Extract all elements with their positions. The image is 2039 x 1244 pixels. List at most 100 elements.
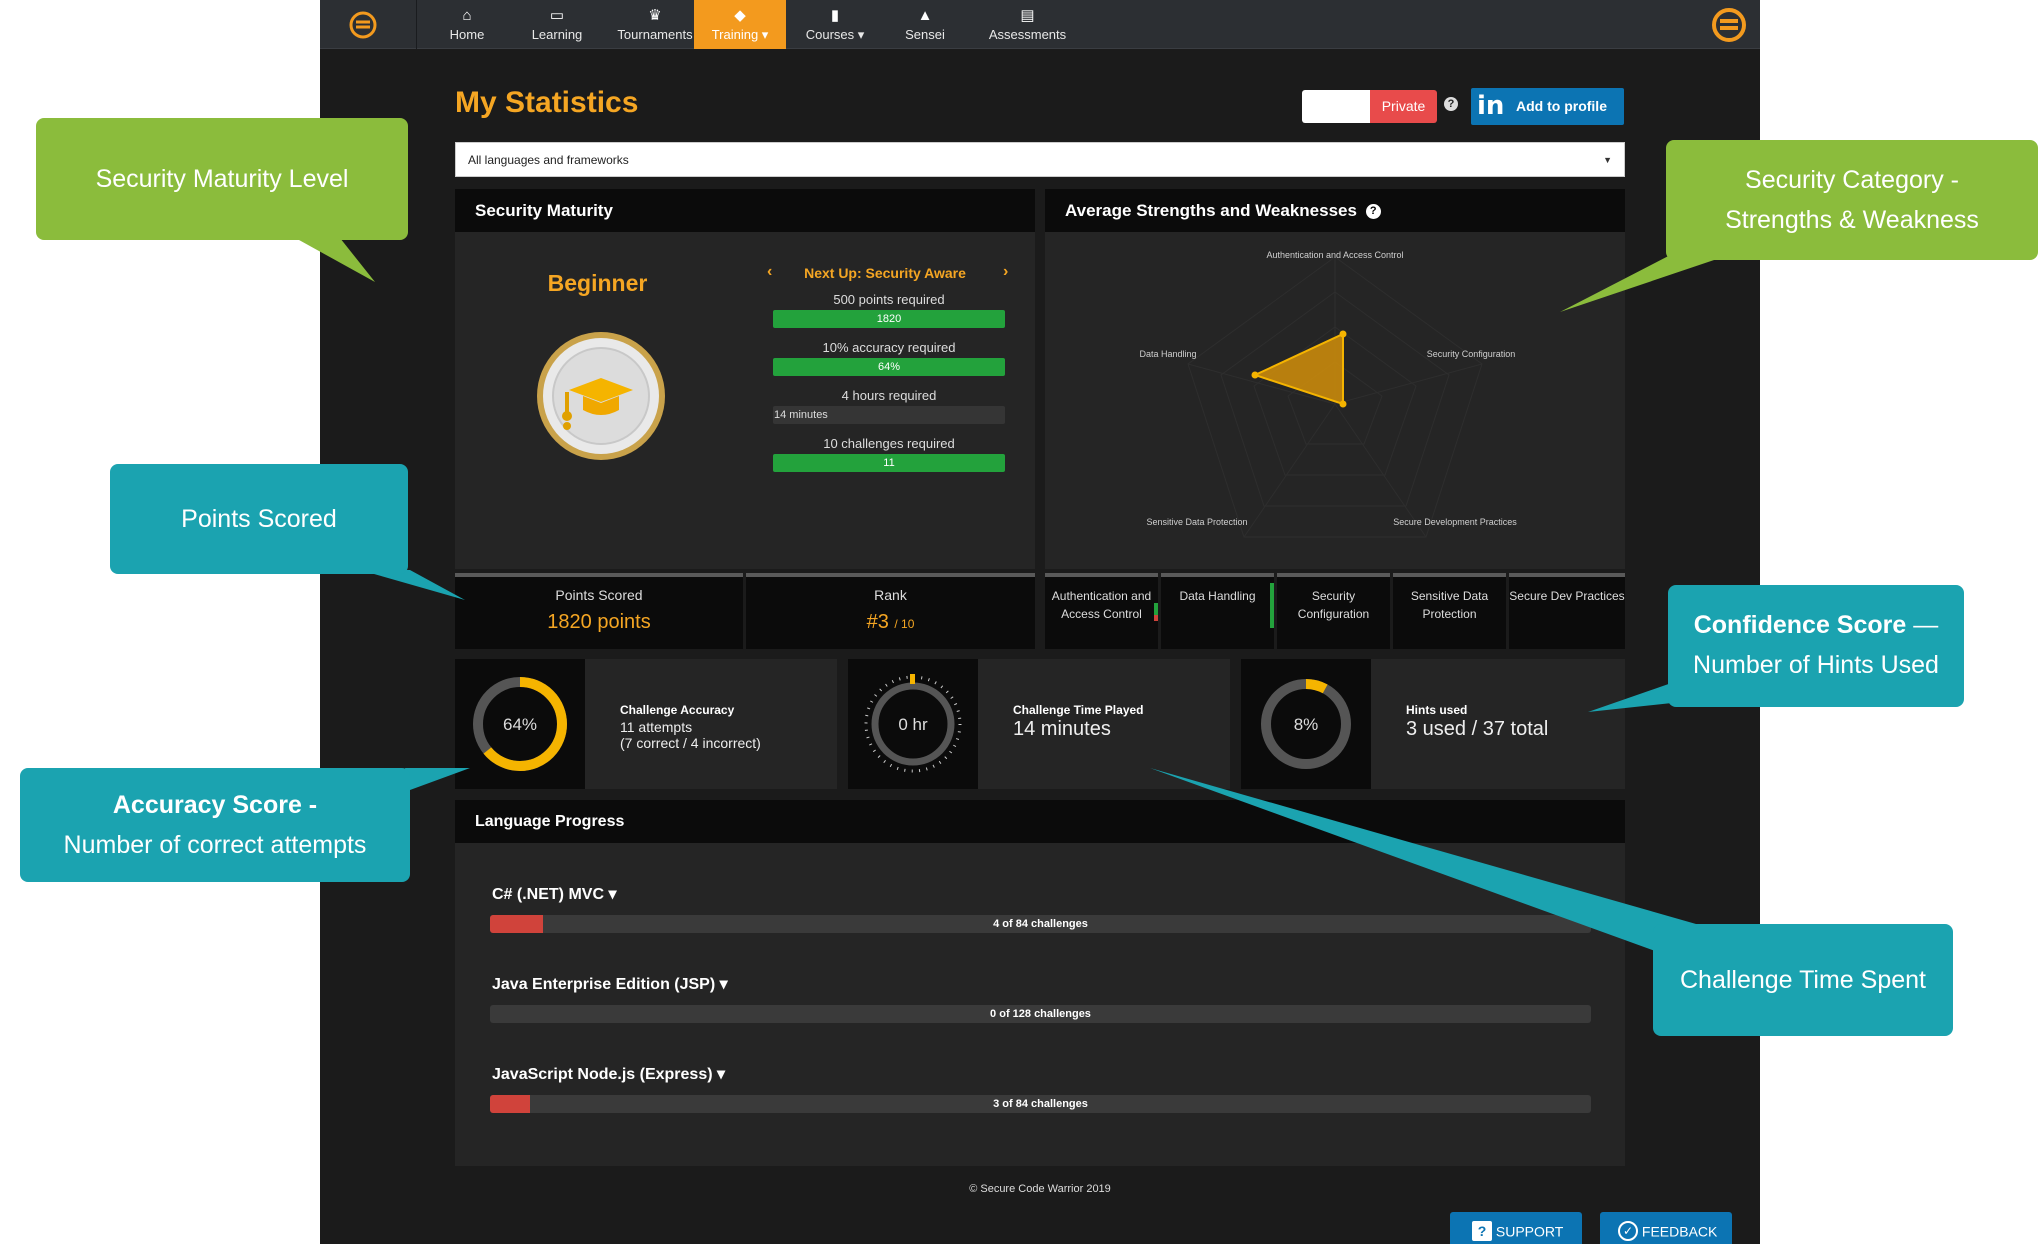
next-level-arrow[interactable]: › [1003, 263, 1008, 281]
sensei-hat-icon: ▲ [917, 7, 933, 24]
requirement-label: 500 points required [833, 292, 945, 307]
nav-courses[interactable]: ▮ Courses ▾ [794, 0, 876, 49]
category-indicator [1270, 583, 1274, 628]
feedback-button[interactable]: ✓ FEEDBACK [1600, 1212, 1732, 1244]
accuracy-panel: 64% Challenge Accuracy 11 attempts (7 co… [455, 659, 837, 789]
radar-axis-label: Sensitive Data Protection [1146, 517, 1247, 527]
callout-confidence-line2: Number of Hints Used [1693, 651, 1939, 679]
rank-cell: Rank #3 / 10 [746, 573, 1035, 649]
scw-logo-right-icon[interactable] [1710, 6, 1748, 44]
callout-challenge-time: Challenge Time Spent [1653, 924, 1953, 1036]
callout-accuracy-bold: Accuracy Score - [112, 791, 318, 819]
language-filter-value: All languages and frameworks [468, 153, 629, 167]
requirement-label: 10 challenges required [823, 436, 955, 451]
info-icon[interactable]: ? [1365, 204, 1381, 220]
graduation-cap-icon: ◆ [734, 7, 746, 24]
language-dropdown[interactable]: Java Enterprise Edition (JSP) ▾ [492, 974, 728, 994]
callout-accuracy-line2: Number of correct attempts [63, 831, 367, 859]
hints-panel: 8% Hints used 3 used / 37 total [1241, 659, 1625, 789]
nav-home[interactable]: ⌂ Home [432, 0, 502, 49]
language-progress-bar: 3 of 84 challenges [490, 1095, 1591, 1113]
callout-category-line2: Strengths & Weakness [1725, 206, 1979, 234]
radar-axis-label: Authentication and Access Control [1266, 250, 1403, 260]
caret-down-icon: ▼ [1603, 155, 1612, 165]
strengths-panel: Authentication and Access Control Securi… [1045, 232, 1625, 569]
language-progress-text: 0 of 128 challenges [990, 1008, 1091, 1020]
callout-confidence-bold: Confidence Score [1693, 611, 1907, 639]
accuracy-breakdown: (7 correct / 4 incorrect) [620, 735, 761, 751]
maturity-level: Beginner [547, 270, 648, 296]
language-filter-select[interactable]: All languages and frameworks ▼ [455, 142, 1625, 177]
book-icon: ▮ [830, 7, 840, 24]
hints-ring: 8% [1241, 659, 1371, 789]
accuracy-ring: 64% [455, 659, 585, 789]
callout-category-line1: Security Category - [1745, 166, 1959, 194]
hints-value: 3 used / 37 total [1406, 718, 1549, 740]
points-scored-cell: Points Scored 1820 points [455, 573, 743, 649]
radar-area [1252, 332, 1344, 406]
callout-confidence-line1: Confidence Score — [1668, 605, 1964, 645]
support-button[interactable]: ? SUPPORT [1450, 1212, 1582, 1244]
time-played-label: Challenge Time Played [1013, 703, 1144, 717]
time-ring: 0 hr [848, 659, 978, 789]
app-window: ⌂ Home ▭ Learning ♛ Tournaments ◆ Traini… [320, 0, 1760, 1244]
callout-security-category: Security Category - Strengths & Weakness [1666, 140, 2038, 260]
nav-courses-label: Courses ▾ [805, 27, 865, 42]
time-played-value: 14 minutes [1013, 718, 1111, 740]
nav-home-label: Home [449, 27, 485, 42]
requirement-label: 10% accuracy required [822, 340, 956, 355]
category-indicator [1154, 603, 1158, 615]
callout-confidence-score: Confidence Score — Number of Hints Used [1668, 585, 1964, 707]
requirement-bar: 14 minutes [773, 406, 1005, 424]
nav-sensei-label: Sensei [905, 27, 945, 42]
callout-security-maturity: Security Maturity Level [36, 118, 408, 240]
radar-point [1339, 400, 1347, 408]
category-cell: Data Handling [1161, 573, 1274, 649]
callout-accuracy-score: Accuracy Score - Number of correct attem… [20, 768, 410, 882]
language-dropdown[interactable]: JavaScript Node.js (Express) ▾ [492, 1064, 725, 1084]
accuracy-label: Challenge Accuracy [620, 703, 735, 717]
radar-axis-label: Secure Development Practices [1393, 517, 1517, 527]
privacy-toggle[interactable]: Private [1302, 90, 1437, 123]
nav-training[interactable]: ◆ Training ▾ [694, 0, 786, 49]
nav-divider [416, 0, 417, 49]
rank-value: #3 / 10 [746, 611, 1035, 634]
strengths-header: Average Strengths and Weaknesses ? [1045, 189, 1625, 232]
category-cell: Sensitive Data Protection [1393, 573, 1506, 649]
strengths-header-label: Average Strengths and Weaknesses [1065, 201, 1357, 220]
support-label: SUPPORT [1495, 1223, 1564, 1240]
page-title: My Statistics [455, 86, 639, 119]
rank-number: #3 [866, 611, 889, 633]
callout-accuracy-line1: Accuracy Score - [20, 785, 410, 825]
nav-learning-label: Learning [531, 27, 583, 42]
requirement-label: 4 hours required [841, 388, 937, 403]
nav-assessments-label: Assessments [988, 27, 1067, 42]
radar-point [1251, 371, 1259, 379]
language-progress-panel: C# (.NET) MVC ▾ 4 of 84 challenges Java … [455, 843, 1625, 1166]
scw-logo-icon[interactable] [348, 10, 378, 40]
nav-assessments[interactable]: ▤ Assessments [970, 0, 1085, 49]
points-scored-value: 1820 points [547, 611, 651, 633]
language-progress-bar: 4 of 84 challenges [490, 915, 1591, 933]
nav-learning[interactable]: ▭ Learning [518, 0, 596, 49]
category-cell: Authentication and Access Control [1045, 573, 1158, 649]
monitor-icon: ▭ [549, 7, 565, 24]
points-scored-label: Points Scored [555, 587, 643, 603]
radar-axis-label: Data Handling [1139, 349, 1196, 359]
security-maturity-header: Security Maturity [455, 189, 1035, 232]
next-up-level: Next Up: Security Aware [804, 265, 966, 281]
requirement-bar: 64% [773, 358, 1005, 376]
nav-sensei[interactable]: ▲ Sensei [890, 0, 960, 49]
maturity-medal-icon [537, 332, 665, 460]
add-to-profile-button[interactable]: in Add to profile [1471, 88, 1624, 125]
category-indicator [1154, 615, 1158, 621]
category-cell: Security Configuration [1277, 573, 1390, 649]
rank-total: / 10 [894, 617, 915, 631]
category-cell: Secure Dev Practices [1509, 573, 1625, 649]
nav-tournaments[interactable]: ♛ Tournaments [605, 0, 705, 49]
language-dropdown[interactable]: C# (.NET) MVC ▾ [492, 884, 616, 904]
hints-label: Hints used [1406, 703, 1468, 717]
callout-points-scored: Points Scored [110, 464, 408, 574]
help-icon[interactable]: ? [1444, 97, 1458, 111]
language-progress-bar: 0 of 128 challenges [490, 1005, 1591, 1023]
